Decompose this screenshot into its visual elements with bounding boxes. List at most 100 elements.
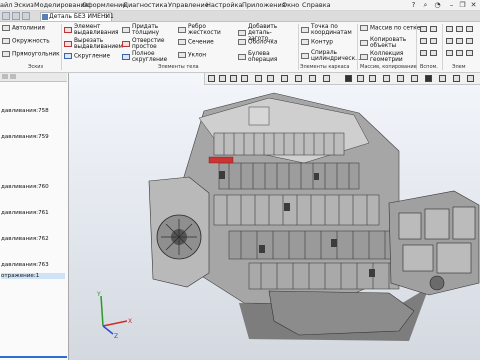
fillet-button[interactable]: Скругление (64, 53, 110, 60)
element-icon[interactable] (466, 38, 473, 44)
draft-button[interactable]: Уклон (178, 52, 206, 59)
draft-label: Уклон (188, 52, 207, 59)
cut-extrude-icon (64, 41, 72, 48)
tree-item-extrude-760[interactable]: давливания:760 (1, 184, 49, 190)
tree-item-mirror-1[interactable]: отражение:1 (1, 273, 65, 279)
right-bearing (429, 275, 445, 291)
element-icon[interactable] (446, 50, 453, 56)
open-doc-icon[interactable] (12, 12, 20, 20)
menu-diagnostics[interactable]: Диагностика (123, 1, 167, 9)
search-icon[interactable]: ⌕ (421, 1, 430, 9)
shell-icon (238, 39, 246, 45)
x-axis-line (102, 320, 128, 327)
rectangle-icon (2, 51, 10, 57)
geometry-collection-label: Коллекция геометрии (370, 51, 404, 64)
close-icon[interactable]: ✕ (469, 1, 478, 9)
minimize-icon[interactable]: – (447, 1, 456, 9)
menu-settings[interactable]: Настройка (206, 1, 242, 9)
copy-objects-button[interactable]: Копировать объекты (360, 37, 408, 49)
helix-label: Спираль цилиндрическ... (311, 50, 361, 63)
3d-viewport[interactable]: X Y Z (69, 73, 480, 360)
full-fillet-button[interactable]: Полное скругление (122, 51, 168, 63)
autoline-button[interactable]: Автолиния (2, 25, 45, 32)
menu-sketch[interactable]: Эскиз (14, 1, 34, 9)
simple-hole-button[interactable]: Отверстие простое (122, 38, 168, 50)
axis-icon[interactable] (430, 26, 437, 32)
tree-filter-icon[interactable] (10, 74, 16, 79)
restore-icon[interactable]: ❐ (458, 1, 467, 9)
contour-icon (301, 39, 309, 45)
group-label-sketch: Эскиз (28, 64, 44, 70)
x-axis-label: X (128, 318, 132, 325)
measure-icon[interactable] (420, 50, 427, 56)
tree-item-extrude-759[interactable]: давливания:759 (1, 134, 49, 140)
tag-icon[interactable] (430, 50, 437, 56)
extrude-button[interactable]: Элемент выдавливания (64, 24, 118, 36)
helix-button[interactable]: Спираль цилиндрическ... (301, 50, 361, 63)
boolean-icon (238, 54, 246, 61)
menu-modeling[interactable]: Моделирование (34, 1, 89, 9)
plane-icon[interactable] (420, 26, 427, 32)
rib-button[interactable]: Ребро жесткости (178, 24, 224, 36)
thicken-icon (122, 27, 130, 34)
y-axis-line (100, 295, 104, 327)
save-doc-icon[interactable] (22, 12, 30, 20)
element-icon[interactable] (446, 38, 453, 44)
menu-design[interactable]: Оформление (82, 1, 126, 9)
element-icon[interactable] (466, 50, 473, 56)
tower (248, 106, 270, 126)
csys-icon[interactable] (420, 38, 427, 44)
tree-item-extrude-763[interactable]: давливания:763 (1, 262, 49, 268)
group-label-elem: Элем (452, 64, 466, 70)
point-coords-button[interactable]: Точка по координатам (301, 24, 355, 36)
z-axis-label: Z (114, 333, 118, 338)
fillet-label: Скругление (74, 53, 111, 60)
full-fillet-label: Полное скругление (132, 51, 168, 64)
shell-button[interactable]: Оболочка (238, 39, 277, 46)
copy-icon (360, 40, 368, 47)
thicken-button[interactable]: Придать толщину (122, 24, 168, 36)
element-icon[interactable] (456, 50, 463, 56)
point-icon[interactable] (430, 38, 437, 44)
element-icon[interactable] (466, 26, 473, 32)
z-axis-line (102, 325, 114, 335)
help-icon[interactable]: ? (409, 1, 418, 9)
element-icon[interactable] (446, 26, 453, 32)
element-icon[interactable] (456, 38, 463, 44)
thicken-label: Придать толщину (132, 24, 160, 37)
rectangle-button[interactable]: Прямоугольник (2, 51, 60, 58)
tree-view-icon[interactable] (2, 74, 8, 79)
group-label-pattern: Массив, копирование (360, 64, 417, 70)
circle-button[interactable]: Окружность (2, 38, 50, 45)
tree-item-extrude-761[interactable]: давливания:761 (1, 210, 49, 216)
contour-button[interactable]: Контур (301, 39, 333, 46)
grid-pattern-button[interactable]: Массив по сетке (360, 25, 420, 32)
cut-extrude-button[interactable]: Вырезать выдавливанием (64, 38, 123, 50)
menu-apps[interactable]: Приложения (242, 1, 286, 9)
ribbon-divider (298, 24, 299, 70)
ribbon-divider (442, 24, 443, 70)
document-tab[interactable]: Деталь БЕЗ ИМЕНИ1 × (40, 12, 114, 21)
tree-item-extrude-762[interactable]: давливания:762 (1, 236, 49, 242)
new-doc-icon[interactable] (2, 12, 10, 20)
menu-help[interactable]: Справка (302, 1, 331, 9)
highlighted-part (208, 156, 234, 164)
element-icon[interactable] (456, 26, 463, 32)
add-blank-icon (238, 30, 246, 37)
menu-bar: айл Эскиз Моделирование Оформление Диагн… (0, 0, 480, 11)
grid-pattern-icon (360, 25, 368, 31)
section-button[interactable]: Сечение (178, 39, 214, 46)
notify-icon[interactable]: ◔ (433, 1, 442, 9)
contour-label: Контур (311, 39, 333, 46)
draft-icon (178, 52, 186, 58)
tab-close-icon[interactable]: × (104, 12, 110, 20)
group-label-body: Элементы тела (158, 64, 199, 70)
menu-control[interactable]: Управление (168, 1, 209, 9)
boolean-button[interactable]: Булева операция (238, 51, 282, 63)
menu-file[interactable]: айл (0, 1, 12, 9)
menu-window[interactable]: Окно (282, 1, 299, 9)
point-coords-label: Точка по координатам (311, 24, 352, 37)
tree-item-extrude-758[interactable]: давливания:758 (1, 108, 49, 114)
flywheel-spokes (161, 219, 197, 255)
geometry-collection-button[interactable]: Коллекция геометрии (360, 51, 408, 63)
